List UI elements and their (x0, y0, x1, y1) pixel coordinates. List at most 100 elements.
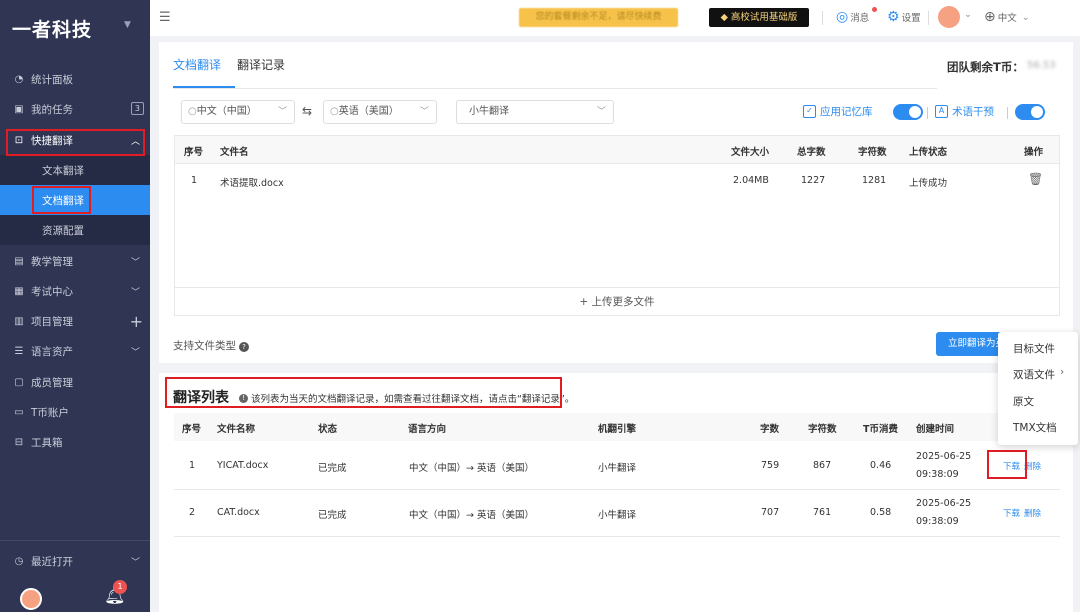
menu-collapse-icon[interactable]: ☰ (159, 10, 171, 25)
term-intervention-option[interactable]: A 术语干预 (935, 104, 994, 119)
sidebar-subitem-label: 文档翻译 (42, 194, 84, 207)
divider (927, 107, 928, 119)
toolbox-icon: ⊟ (14, 436, 24, 448)
brand-logo: 一者科技 (12, 19, 93, 41)
sidebar-item-label: T币账户 (31, 406, 69, 419)
tab-translate-records[interactable]: 翻译记录 (237, 56, 285, 73)
sidebar-divider (0, 540, 150, 541)
task-count-badge: 3 (130, 102, 144, 115)
engine-value: 小牛翻译 (469, 106, 509, 117)
chevron-right-icon: › (1060, 366, 1065, 378)
delete-link[interactable]: 删除 (1024, 507, 1041, 519)
chevron-down-icon: ﹀ (277, 107, 287, 117)
row-divider (174, 489, 1060, 490)
create-date: 2025-06-25 (916, 451, 972, 462)
sidebar-subitem-doc-translate[interactable]: 文档翻译 (0, 185, 150, 215)
chevron-up-icon: ︿ (130, 136, 140, 147)
language-direction: 中文（中国）→ 英语（美国） (409, 510, 534, 521)
sidebar-item-label: 语言资产 (31, 345, 73, 358)
sidebar-item-label: 统计面板 (31, 73, 73, 86)
sidebar-subitem-text-translate[interactable]: 文本翻译 (0, 155, 150, 185)
term-icon: A (935, 105, 948, 118)
tcoin-cost: 0.58 (870, 507, 892, 518)
menu-item-target-file[interactable]: 目标文件 (1013, 341, 1055, 356)
swap-languages-icon[interactable]: ⇆ (302, 104, 312, 118)
column-header: T币消费 (863, 424, 898, 435)
sidebar-item-my-tasks[interactable]: ▣ 我的任务 3 (0, 94, 150, 124)
sidebar-item-project[interactable]: ▥ 项目管理 + (0, 306, 150, 336)
user-avatar[interactable] (938, 6, 960, 28)
tcoin-cost: 0.46 (870, 460, 892, 471)
sidebar-item-tcoin-account[interactable]: ▭ T币账户 (0, 397, 150, 427)
use-memory-toggle[interactable] (893, 104, 923, 120)
sidebar-item-members[interactable]: ▢ 成员管理 (0, 367, 150, 397)
tab-doc-translate[interactable]: 文档翻译 (173, 56, 221, 73)
download-link[interactable]: 下载 (1003, 460, 1020, 472)
sidebar-item-dashboard[interactable]: ◔ 统计面板 (0, 64, 150, 94)
project-icon: ▥ (14, 315, 24, 327)
supported-types-label: 支持文件类型 (173, 340, 236, 352)
source-language-value: 中文（中国） (196, 106, 257, 117)
source-language-select[interactable]: ○中文（中国） ﹀ (181, 100, 295, 124)
row-divider (174, 536, 1060, 537)
engine-select[interactable]: 小牛翻译 ﹀ (456, 100, 614, 124)
download-link[interactable]: 下载 (1003, 507, 1020, 519)
menu-item-source-file[interactable]: 原文 (1013, 394, 1034, 409)
sidebar-subitem-label: 文本翻译 (42, 164, 84, 177)
edition-badge[interactable]: ◆ 高校试用基础版 (709, 8, 809, 27)
help-icon[interactable]: ? (239, 342, 249, 352)
brand-caret-icon[interactable]: ▼ (124, 20, 131, 30)
sidebar-item-label: 项目管理 (31, 315, 73, 328)
sidebar-item-exam[interactable]: ▦ 考试中心 ﹀ (0, 276, 150, 306)
sidebar-item-label: 教学管理 (31, 255, 73, 268)
chevron-down-icon: ⌄ (1021, 11, 1030, 23)
list-title: 翻译列表 (173, 390, 229, 406)
list-note: ! 该列表为当天的文档翻译记录，如需查看过往翻译文档，请点击“翻译记录”。 (239, 391, 574, 405)
word-count: 1227 (801, 175, 826, 186)
trash-icon[interactable]: 🗑︎ (1028, 172, 1043, 186)
download-menu: 目标文件 双语文件 › 原文 TMX文档 (998, 332, 1078, 445)
sidebar-item-toolbox[interactable]: ⊟ 工具箱 (0, 427, 150, 457)
sidebar-item-teaching[interactable]: ▤ 教学管理 ﹀ (0, 246, 150, 276)
word-count: 707 (761, 507, 780, 518)
sidebar-subitem-resource-config[interactable]: 资源配置 (0, 215, 150, 245)
divider (1007, 107, 1008, 119)
menu-item-bilingual-file[interactable]: 双语文件 (1013, 367, 1055, 382)
translate-icon: ⊡ (14, 134, 24, 146)
upload-table: 序号 文件名 文件大小 总字数 字符数 上传状态 操作 1 术语提取.docx … (174, 135, 1060, 316)
use-memory-option[interactable]: ✓ 应用记忆库 (803, 104, 873, 119)
delete-link[interactable]: 删除 (1024, 460, 1041, 472)
row-index: 2 (189, 507, 196, 518)
target-language-select[interactable]: ○英语（美国） ﹀ (323, 100, 437, 124)
column-header: 文件名 (220, 147, 249, 158)
messages-button[interactable]: ◎ 消息 (836, 9, 869, 25)
sidebar-item-language-assets[interactable]: ☰ 语言资产 ﹀ (0, 336, 150, 366)
sidebar-item-label: 我的任务 (31, 103, 73, 116)
teaching-icon: ▤ (14, 255, 24, 267)
upload-more-button[interactable]: + 上传更多文件 (175, 287, 1059, 316)
plus-icon[interactable]: + (130, 312, 143, 331)
avatar[interactable] (20, 588, 42, 610)
sidebar-item-quick-translate[interactable]: ⊡ 快捷翻译 ︿ (0, 125, 150, 155)
notice-banner[interactable]: 您的套餐剩余不足，请尽快续费 (519, 8, 678, 27)
language-direction: 中文（中国）→ 英语（美国） (409, 463, 534, 474)
chevron-down-icon: ﹀ (130, 557, 140, 568)
language-switch[interactable]: ⊕ 中文 ⌄ (984, 9, 1030, 25)
task-icon: ▣ (14, 103, 24, 115)
term-intervention-toggle[interactable] (1015, 104, 1045, 120)
doc-translate-card: 文档翻译 翻译记录 团队剩余T币： 56.53 ○中文（中国） ﹀ ⇆ ○英语（… (159, 42, 1073, 363)
file-name: YICAT.docx (217, 460, 269, 471)
settings-button[interactable]: ⚙ 设置 (887, 9, 921, 25)
row-index: 1 (189, 460, 196, 471)
clock-icon: ◷ (14, 555, 24, 567)
row-index: 1 (191, 175, 198, 186)
menu-item-tmx[interactable]: TMX文档 (1013, 420, 1057, 435)
chevron-down-icon[interactable]: ⌄ (964, 9, 972, 20)
gear-icon: ⚙ (887, 9, 900, 25)
notification-badge: 1 (113, 580, 127, 594)
info-icon: ! (239, 393, 248, 403)
messages-label: 消息 (850, 13, 870, 24)
term-intervention-label: 术语干预 (952, 106, 994, 118)
sidebar-item-recent[interactable]: ◷ 最近打开 ﹀ (0, 546, 150, 576)
column-header: 字数 (760, 424, 780, 435)
